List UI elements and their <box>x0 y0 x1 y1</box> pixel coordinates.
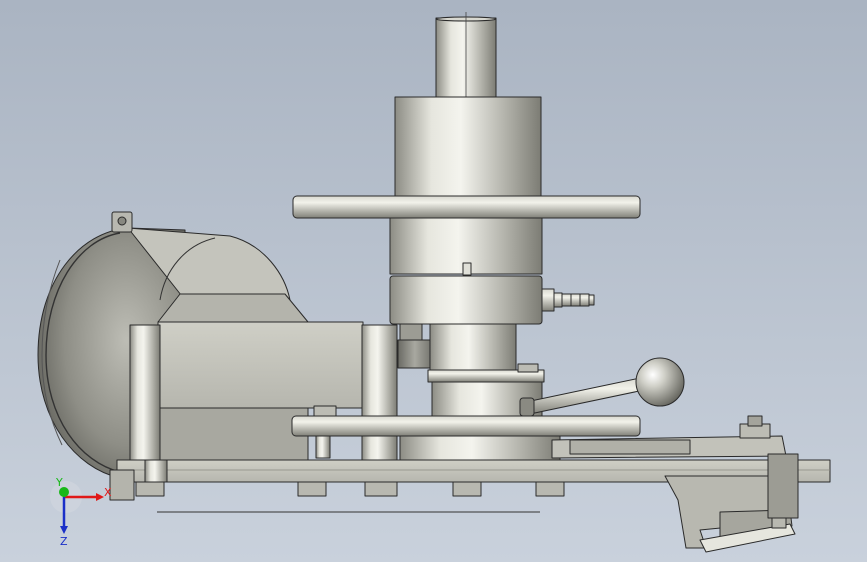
gearbox-lower <box>157 407 309 461</box>
bolt-3 <box>364 481 398 497</box>
bolt-2 <box>297 481 327 497</box>
bolt-1 <box>135 481 165 497</box>
base-post-foot <box>144 459 168 483</box>
collar-ring <box>389 275 543 325</box>
nut-small-2 <box>313 405 337 417</box>
bolt-4 <box>452 481 482 497</box>
lever-handle[interactable] <box>519 357 685 417</box>
left-post <box>129 324 161 461</box>
spindle-bottom <box>399 435 561 461</box>
triad-z-arrow <box>60 526 68 534</box>
lower-flange <box>291 415 641 437</box>
standoff-1 <box>315 435 331 459</box>
base-bolts <box>135 481 565 497</box>
key-slot <box>462 262 472 276</box>
triad-x-arrow <box>96 493 104 501</box>
lever-ball-knob[interactable] <box>635 357 685 407</box>
lower-spindle <box>429 323 517 377</box>
main-flange <box>292 195 641 219</box>
hose-barb-fitting[interactable] <box>541 288 595 312</box>
gearbox-body <box>157 321 364 409</box>
axis-triad: X Y Z <box>50 476 112 548</box>
base-left-tab <box>109 469 135 501</box>
triad-y-label: Y <box>55 476 63 489</box>
cad-viewport[interactable]: X Y Z <box>0 0 867 562</box>
cad-model-view[interactable]: X Y Z <box>0 0 867 562</box>
bolt-5 <box>535 481 565 497</box>
triad-x-label: X <box>104 486 112 499</box>
belt-hood <box>157 293 309 323</box>
triad-z-label: Z <box>60 535 68 548</box>
nut-small-1 <box>517 363 539 373</box>
upper-body-cylinder <box>394 96 542 200</box>
right-post <box>361 324 398 461</box>
clamp-nut <box>399 323 423 341</box>
